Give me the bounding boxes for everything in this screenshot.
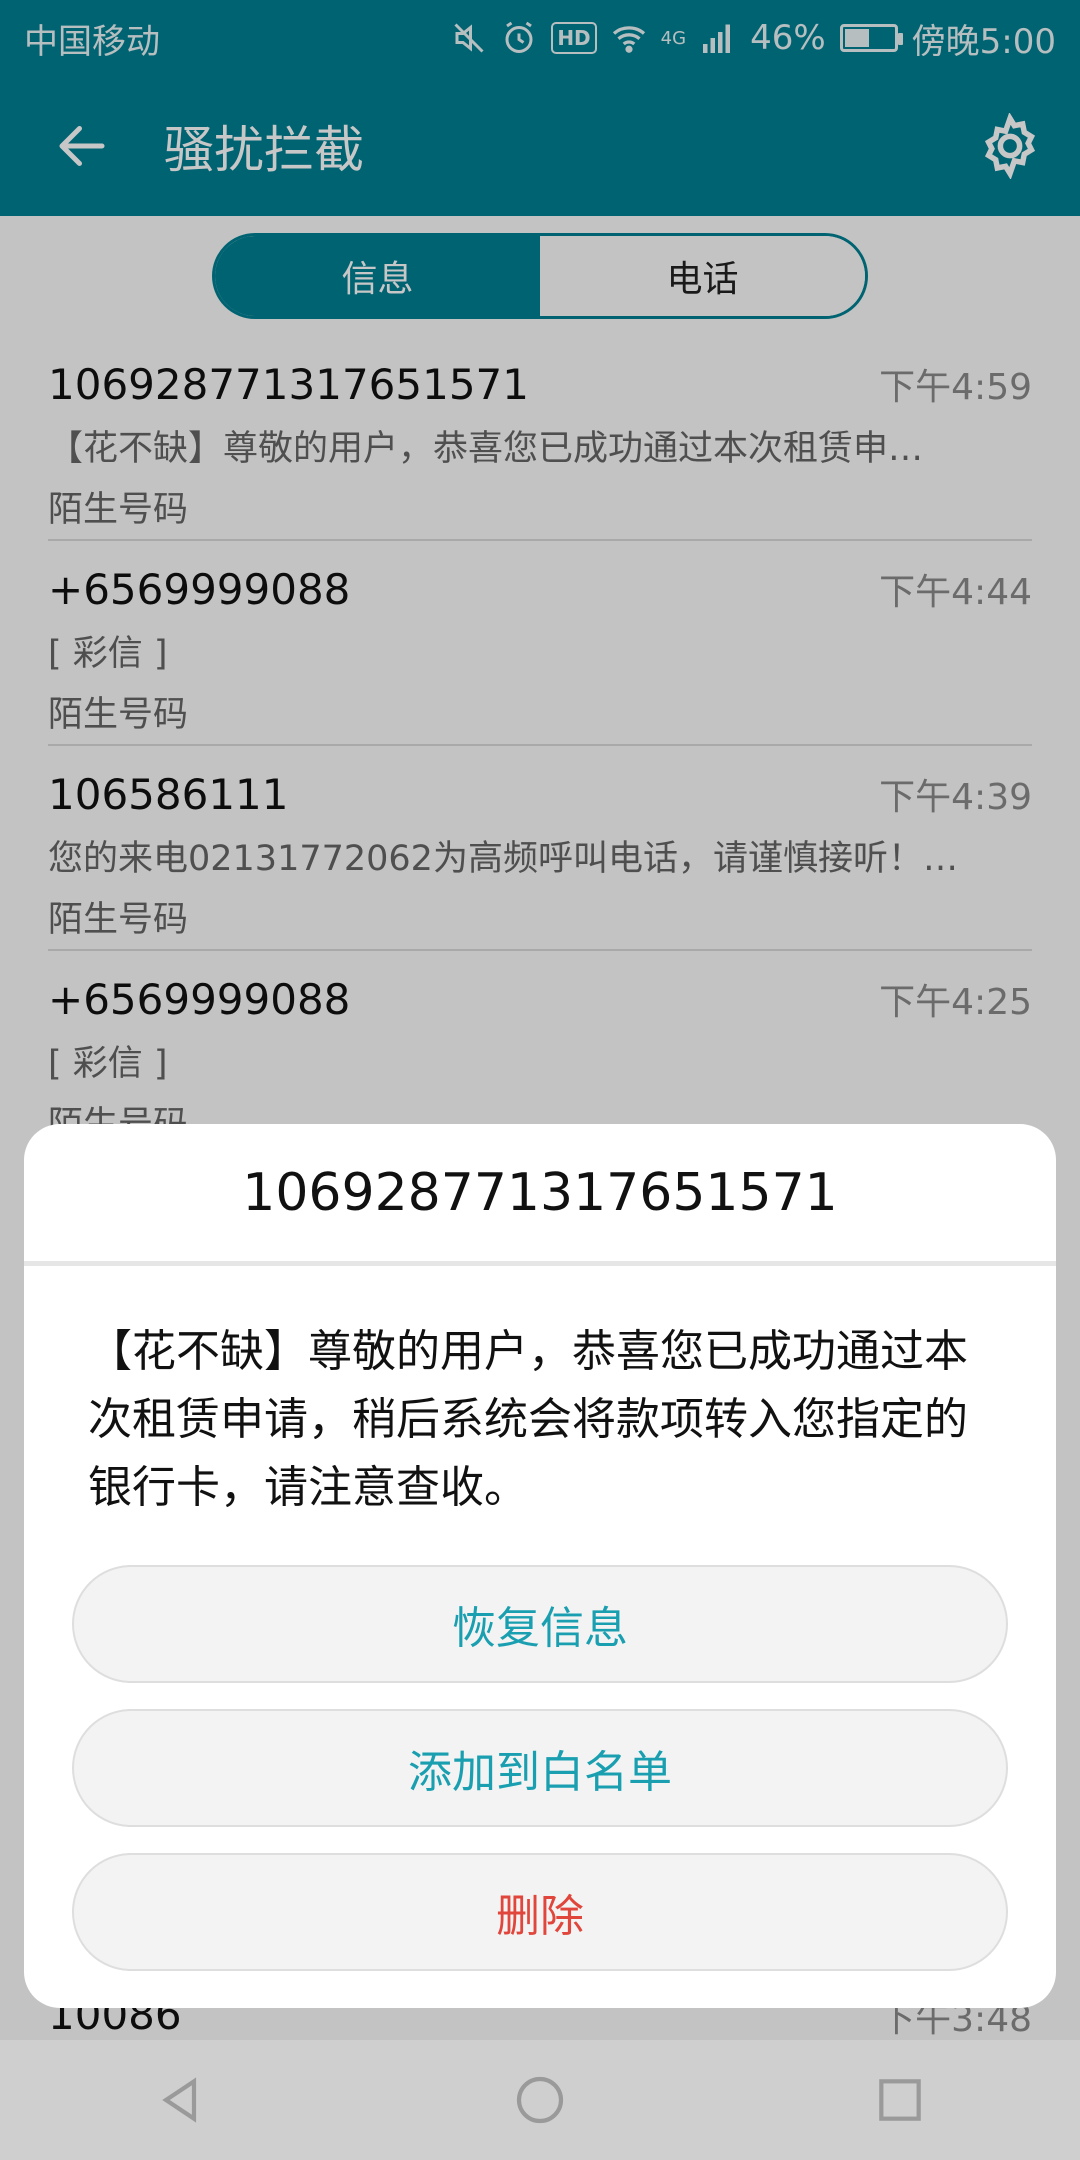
add-to-whitelist-button[interactable]: 添加到白名单 <box>72 1709 1008 1827</box>
triangle-back-icon <box>162 2077 197 2123</box>
circle-home-icon <box>516 2076 564 2124</box>
nav-home-button[interactable] <box>480 2040 600 2160</box>
restore-message-button[interactable]: 恢复信息 <box>72 1565 1008 1683</box>
screen: 中国移动 HD 4G 46% 傍晚5:00 骚扰拦截 信息 电话 1069287… <box>0 0 1080 2160</box>
navigation-bar <box>0 2040 1080 2160</box>
nav-back-button[interactable] <box>120 2040 240 2160</box>
message-options-dialog: 106928771317651571 【花不缺】尊敬的用户，恭喜您已成功通过本次… <box>24 1124 1056 2008</box>
delete-button[interactable]: 删除 <box>72 1853 1008 1971</box>
dialog-title: 106928771317651571 <box>24 1124 1056 1266</box>
dialog-message-body: 【花不缺】尊敬的用户，恭喜您已成功通过本次租赁申请，稍后系统会将款项转入您指定的… <box>88 1326 968 1513</box>
square-recents-icon <box>879 2079 921 2121</box>
nav-recents-button[interactable] <box>840 2040 960 2160</box>
